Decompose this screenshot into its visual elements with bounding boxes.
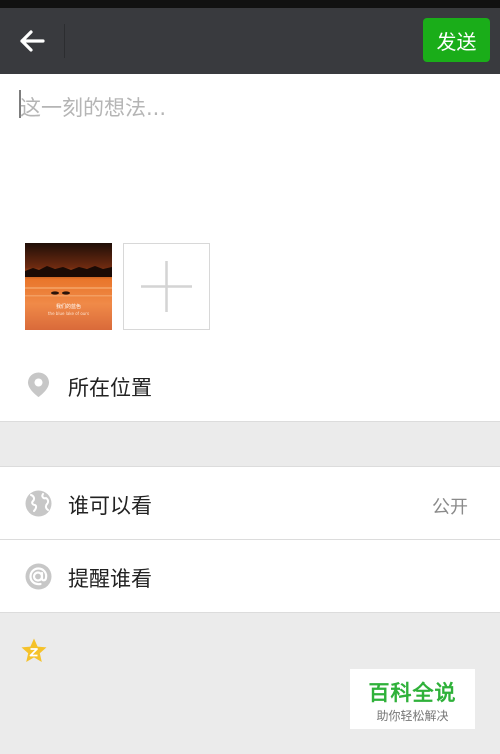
watermark-title: 百科全说 (368, 681, 457, 705)
star-icon[interactable] (20, 637, 48, 665)
header-divider (64, 24, 65, 58)
top-bar: 发送 (0, 8, 500, 74)
photo-caption-line2: the blue lake of ours (47, 311, 90, 316)
watermark-subtitle: 助你轻松解决 (376, 709, 449, 723)
visibility-label: 谁可以看 (68, 494, 152, 518)
watermark-logo: 百科全说 助你轻松解决 (350, 669, 475, 729)
globe-icon (25, 490, 52, 517)
plus-icon (141, 261, 192, 312)
visibility-row[interactable]: 谁可以看 公开 (0, 467, 500, 539)
visibility-value: 公开 (432, 497, 468, 518)
separator (0, 421, 500, 422)
send-button[interactable]: 发送 (423, 18, 490, 62)
back-arrow-icon[interactable] (14, 23, 50, 59)
add-photo-button[interactable] (123, 243, 210, 330)
at-sign-icon (25, 563, 52, 590)
photo-caption-line1: 我们的蓝色 (55, 304, 81, 310)
status-bar (0, 0, 500, 8)
mention-label: 提醒谁看 (68, 567, 152, 591)
photo-thumbnail[interactable]: 我们的蓝色 the blue lake of ours (25, 243, 112, 330)
mention-row[interactable]: 提醒谁看 (0, 540, 500, 612)
location-pin-icon (25, 371, 52, 398)
location-row[interactable]: 所在位置 (0, 349, 500, 421)
thought-input[interactable] (20, 88, 480, 128)
separator (0, 612, 500, 613)
location-label: 所在位置 (68, 376, 152, 400)
compose-area: 我们的蓝色 the blue lake of ours (0, 74, 500, 349)
